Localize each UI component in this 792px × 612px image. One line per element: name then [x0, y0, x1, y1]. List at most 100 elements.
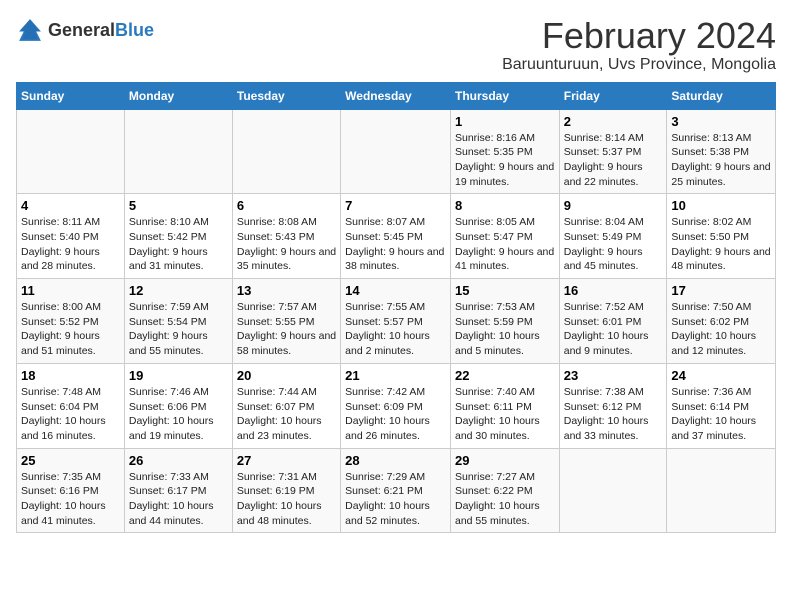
day-number: 24 — [671, 368, 771, 383]
calendar-week-5: 25 Sunrise: 7:35 AM Sunset: 6:16 PM Dayli… — [17, 448, 776, 533]
day-info: Sunrise: 8:00 AM Sunset: 5:52 PM Dayligh… — [21, 300, 120, 359]
day-number: 20 — [237, 368, 336, 383]
calendar-cell-w2-d5: 8 Sunrise: 8:05 AM Sunset: 5:47 PM Daylig… — [450, 194, 559, 279]
day-info: Sunrise: 7:46 AM Sunset: 6:06 PM Dayligh… — [129, 385, 228, 444]
day-info: Sunrise: 7:48 AM Sunset: 6:04 PM Dayligh… — [21, 385, 120, 444]
col-tuesday: Tuesday — [232, 82, 340, 109]
calendar-cell-w4-d2: 19 Sunrise: 7:46 AM Sunset: 6:06 PM Dayli… — [124, 363, 232, 448]
calendar-subtitle: Baruunturuun, Uvs Province, Mongolia — [502, 56, 776, 74]
day-number: 23 — [564, 368, 663, 383]
calendar-cell-w3-d6: 16 Sunrise: 7:52 AM Sunset: 6:01 PM Dayli… — [559, 279, 667, 364]
day-number: 1 — [455, 114, 555, 129]
page-header: GeneralBlue February 2024 Baruunturuun, … — [16, 16, 776, 74]
day-number: 29 — [455, 453, 555, 468]
day-number: 12 — [129, 283, 228, 298]
day-info: Sunrise: 8:11 AM Sunset: 5:40 PM Dayligh… — [21, 215, 120, 274]
day-info: Sunrise: 7:40 AM Sunset: 6:11 PM Dayligh… — [455, 385, 555, 444]
day-info: Sunrise: 8:04 AM Sunset: 5:49 PM Dayligh… — [564, 215, 663, 274]
calendar-cell-w1-d2 — [124, 109, 232, 194]
calendar-cell-w4-d7: 24 Sunrise: 7:36 AM Sunset: 6:14 PM Dayli… — [667, 363, 776, 448]
day-number: 8 — [455, 198, 555, 213]
day-info: Sunrise: 8:13 AM Sunset: 5:38 PM Dayligh… — [671, 131, 771, 190]
calendar-table: Sunday Monday Tuesday Wednesday Thursday… — [16, 82, 776, 534]
day-number: 18 — [21, 368, 120, 383]
day-info: Sunrise: 7:55 AM Sunset: 5:57 PM Dayligh… — [345, 300, 446, 359]
calendar-cell-w2-d6: 9 Sunrise: 8:04 AM Sunset: 5:49 PM Daylig… — [559, 194, 667, 279]
day-number: 13 — [237, 283, 336, 298]
logo-icon — [16, 16, 44, 44]
day-number: 27 — [237, 453, 336, 468]
calendar-week-3: 11 Sunrise: 8:00 AM Sunset: 5:52 PM Dayli… — [17, 279, 776, 364]
day-info: Sunrise: 7:52 AM Sunset: 6:01 PM Dayligh… — [564, 300, 663, 359]
day-info: Sunrise: 7:53 AM Sunset: 5:59 PM Dayligh… — [455, 300, 555, 359]
day-info: Sunrise: 7:36 AM Sunset: 6:14 PM Dayligh… — [671, 385, 771, 444]
day-number: 6 — [237, 198, 336, 213]
calendar-title-block: February 2024 Baruunturuun, Uvs Province… — [502, 16, 776, 74]
day-info: Sunrise: 8:05 AM Sunset: 5:47 PM Dayligh… — [455, 215, 555, 274]
calendar-cell-w1-d6: 2Sunrise: 8:14 AM Sunset: 5:37 PM Daylig… — [559, 109, 667, 194]
col-thursday: Thursday — [450, 82, 559, 109]
day-number: 11 — [21, 283, 120, 298]
calendar-cell-w4-d4: 21 Sunrise: 7:42 AM Sunset: 6:09 PM Dayli… — [341, 363, 451, 448]
calendar-cell-w2-d7: 10Sunrise: 8:02 AM Sunset: 5:50 PM Dayli… — [667, 194, 776, 279]
col-saturday: Saturday — [667, 82, 776, 109]
calendar-cell-w2-d1: 4 Sunrise: 8:11 AM Sunset: 5:40 PM Daylig… — [17, 194, 125, 279]
day-info: Sunrise: 7:35 AM Sunset: 6:16 PM Dayligh… — [21, 470, 120, 529]
day-info: Sunrise: 8:07 AM Sunset: 5:45 PM Dayligh… — [345, 215, 446, 274]
calendar-cell-w2-d2: 5Sunrise: 8:10 AM Sunset: 5:42 PM Daylig… — [124, 194, 232, 279]
calendar-cell-w5-d1: 25 Sunrise: 7:35 AM Sunset: 6:16 PM Dayli… — [17, 448, 125, 533]
day-info: Sunrise: 7:42 AM Sunset: 6:09 PM Dayligh… — [345, 385, 446, 444]
day-info: Sunrise: 7:57 AM Sunset: 5:55 PM Dayligh… — [237, 300, 336, 359]
calendar-cell-w3-d3: 13 Sunrise: 7:57 AM Sunset: 5:55 PM Dayli… — [232, 279, 340, 364]
col-friday: Friday — [559, 82, 667, 109]
calendar-cell-w3-d1: 11 Sunrise: 8:00 AM Sunset: 5:52 PM Dayli… — [17, 279, 125, 364]
day-info: Sunrise: 8:02 AM Sunset: 5:50 PM Dayligh… — [671, 215, 771, 274]
calendar-cell-w2-d3: 6Sunrise: 8:08 AM Sunset: 5:43 PM Daylig… — [232, 194, 340, 279]
calendar-cell-w5-d3: 27Sunrise: 7:31 AM Sunset: 6:19 PM Dayli… — [232, 448, 340, 533]
calendar-cell-w4-d5: 22 Sunrise: 7:40 AM Sunset: 6:11 PM Dayli… — [450, 363, 559, 448]
calendar-cell-w3-d5: 15Sunrise: 7:53 AM Sunset: 5:59 PM Dayli… — [450, 279, 559, 364]
day-number: 28 — [345, 453, 446, 468]
calendar-cell-w1-d1 — [17, 109, 125, 194]
calendar-cell-w5-d2: 26Sunrise: 7:33 AM Sunset: 6:17 PM Dayli… — [124, 448, 232, 533]
day-info: Sunrise: 7:44 AM Sunset: 6:07 PM Dayligh… — [237, 385, 336, 444]
calendar-cell-w4-d6: 23Sunrise: 7:38 AM Sunset: 6:12 PM Dayli… — [559, 363, 667, 448]
calendar-cell-w4-d3: 20 Sunrise: 7:44 AM Sunset: 6:07 PM Dayli… — [232, 363, 340, 448]
col-monday: Monday — [124, 82, 232, 109]
day-info: Sunrise: 8:10 AM Sunset: 5:42 PM Dayligh… — [129, 215, 228, 274]
col-sunday: Sunday — [17, 82, 125, 109]
day-info: Sunrise: 7:29 AM Sunset: 6:21 PM Dayligh… — [345, 470, 446, 529]
calendar-cell-w3-d7: 17 Sunrise: 7:50 AM Sunset: 6:02 PM Dayli… — [667, 279, 776, 364]
calendar-cell-w5-d7 — [667, 448, 776, 533]
logo: GeneralBlue — [16, 16, 154, 44]
calendar-cell-w1-d3 — [232, 109, 340, 194]
day-number: 17 — [671, 283, 771, 298]
day-number: 22 — [455, 368, 555, 383]
calendar-cell-w1-d4 — [341, 109, 451, 194]
calendar-title: February 2024 — [502, 16, 776, 56]
logo-text: GeneralBlue — [48, 20, 154, 41]
day-number: 21 — [345, 368, 446, 383]
day-number: 3 — [671, 114, 771, 129]
calendar-cell-w5-d4: 28 Sunrise: 7:29 AM Sunset: 6:21 PM Dayli… — [341, 448, 451, 533]
day-info: Sunrise: 7:27 AM Sunset: 6:22 PM Dayligh… — [455, 470, 555, 529]
day-info: Sunrise: 7:59 AM Sunset: 5:54 PM Dayligh… — [129, 300, 228, 359]
col-wednesday: Wednesday — [341, 82, 451, 109]
day-info: Sunrise: 7:50 AM Sunset: 6:02 PM Dayligh… — [671, 300, 771, 359]
day-number: 19 — [129, 368, 228, 383]
calendar-header-row: Sunday Monday Tuesday Wednesday Thursday… — [17, 82, 776, 109]
calendar-cell-w3-d2: 12 Sunrise: 7:59 AM Sunset: 5:54 PM Dayli… — [124, 279, 232, 364]
day-info: Sunrise: 8:14 AM Sunset: 5:37 PM Dayligh… — [564, 131, 663, 190]
calendar-cell-w5-d5: 29 Sunrise: 7:27 AM Sunset: 6:22 PM Dayli… — [450, 448, 559, 533]
day-info: Sunrise: 7:33 AM Sunset: 6:17 PM Dayligh… — [129, 470, 228, 529]
calendar-week-2: 4 Sunrise: 8:11 AM Sunset: 5:40 PM Daylig… — [17, 194, 776, 279]
day-number: 9 — [564, 198, 663, 213]
day-number: 25 — [21, 453, 120, 468]
calendar-cell-w2-d4: 7 Sunrise: 8:07 AM Sunset: 5:45 PM Daylig… — [341, 194, 451, 279]
day-number: 4 — [21, 198, 120, 213]
day-number: 7 — [345, 198, 446, 213]
calendar-week-4: 18 Sunrise: 7:48 AM Sunset: 6:04 PM Dayli… — [17, 363, 776, 448]
day-number: 16 — [564, 283, 663, 298]
calendar-cell-w5-d6 — [559, 448, 667, 533]
calendar-week-1: 1Sunrise: 8:16 AM Sunset: 5:35 PM Daylig… — [17, 109, 776, 194]
